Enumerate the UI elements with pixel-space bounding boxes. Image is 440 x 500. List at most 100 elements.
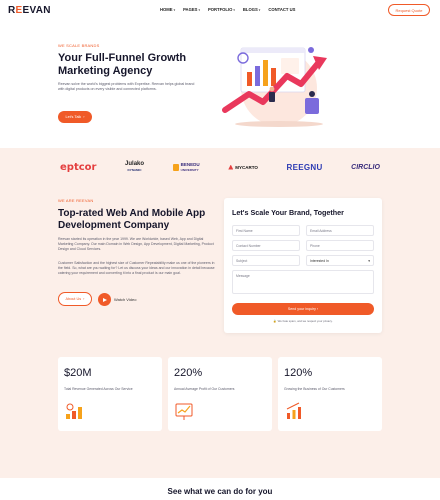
mycarto-name: MYCARTO: [235, 164, 258, 170]
stat-label: Total Revenue Generated Across Our Servi…: [64, 387, 133, 391]
form-title: Let's Scale Your Brand, Together: [232, 208, 344, 217]
inquiry-form: Let's Scale Your Brand, Together First N…: [224, 198, 382, 333]
watch-video-label[interactable]: Watch Video: [114, 297, 136, 302]
bar-2: [255, 66, 260, 86]
brand-mycarto: MYCARTO: [228, 164, 258, 170]
lock-icon: 🔒: [273, 319, 277, 323]
hero-eyebrow: WE SCALE BRANDS: [58, 43, 100, 48]
nav-portfolio[interactable]: PORTFOLIO ▾: [208, 7, 235, 12]
bar-4: [271, 68, 276, 86]
ground-shadow: [235, 121, 323, 127]
privacy-note: 🔒 We hate spam, and we respect your priv…: [224, 319, 382, 323]
email-field[interactable]: Email Address: [306, 225, 374, 236]
mini-card: [281, 58, 299, 74]
chevron-down-icon: ▾: [258, 7, 261, 12]
first-name-field[interactable]: First Name: [232, 225, 300, 236]
brand-logos: eptcor Julako DYNAMIC BENEDU UNIVERSITY MY…: [60, 161, 380, 173]
julako-sub: DYNAMIC: [127, 168, 142, 172]
subject-field[interactable]: Subject: [232, 255, 300, 266]
hero-description: Reevan solve the world's biggest problem…: [58, 82, 195, 91]
interested-in-select[interactable]: Interested In ▾: [306, 255, 374, 266]
about-us-button[interactable]: About Us ›: [58, 292, 92, 306]
nav-contact-us[interactable]: CONTACT US: [268, 7, 295, 12]
logo-text-accent: E: [15, 5, 23, 16]
stat-label: Annual Average Profit of Our Customers: [174, 387, 235, 391]
stat-card-growth: 120% Growing the Business of Our Custome…: [278, 357, 382, 431]
bar-1: [247, 72, 252, 86]
hero-title: Your Full-Funnel Growth Marketing Agency: [58, 52, 187, 77]
growth-illustration: [222, 47, 327, 127]
interested-in-value: Interested In: [310, 258, 329, 263]
benedu-name: BENEDU: [180, 161, 200, 167]
icon-bar: [66, 414, 70, 419]
person-figure-2: [269, 92, 275, 102]
icon-bar: [72, 411, 76, 419]
logo-text-start: R: [8, 5, 16, 16]
services-title: See what we can do for you: [167, 487, 273, 496]
logo[interactable]: REEVAN: [8, 5, 51, 16]
hero-section: WE SCALE BRANDS Your Full-Funnel Growth …: [0, 22, 440, 148]
stat-card-revenue: $20M Total Revenue Generated Across Our …: [58, 357, 162, 431]
contact-number-field[interactable]: Contact Number: [232, 240, 300, 251]
play-video-button[interactable]: [98, 293, 111, 306]
stat-card-profit: 220% Annual Average Profit of Our Custom…: [168, 357, 272, 431]
arrow-right-icon: ›: [315, 307, 319, 311]
icon-bar: [78, 407, 82, 419]
icon-bar: [298, 407, 301, 419]
brand-reegnu: REEGNU: [286, 162, 323, 172]
chevron-down-icon: ▾: [233, 7, 235, 12]
lets-talk-label: Let's Talk: [65, 115, 82, 119]
mycarto-logo-icon: [228, 164, 234, 170]
browser-bar: [241, 48, 305, 53]
about-paragraph-2: Customer Satisfaction and the highest si…: [58, 261, 215, 275]
nav-blogs[interactable]: BLOGS ▾: [243, 7, 260, 12]
icon-bar: [292, 410, 296, 419]
message-field[interactable]: Message: [232, 270, 374, 294]
phone-field[interactable]: Phone: [306, 240, 374, 251]
send-inquiry-label: Send your inquiry: [287, 307, 316, 311]
about-us-label: About Us: [65, 297, 82, 301]
stat-value: $20M: [64, 367, 92, 379]
nav-label: BLOGS: [242, 7, 258, 12]
dot-decor: [308, 47, 314, 53]
nav-label: HOME: [160, 7, 173, 12]
nav-home[interactable]: HOME ▾: [160, 7, 175, 12]
brand-benedu: BENEDU UNIVERSITY: [172, 161, 200, 173]
site-header: REEVAN HOME ▾ PAGES ▾ PORTFOLIO ▾ BLOGS ▾ CO…: [0, 0, 440, 22]
brand-circlio: CIRCLIO: [351, 164, 380, 171]
nav-label: CONTACT US: [268, 7, 296, 12]
stat-value: 120%: [284, 367, 313, 379]
business-growth-icon: [286, 402, 301, 419]
chevron-down-icon: ▾: [173, 7, 176, 12]
logo-text-end: EVAN: [22, 5, 51, 16]
icon-trend: [286, 402, 300, 410]
nav-label: PAGES: [183, 7, 198, 12]
person-head-2: [269, 86, 275, 92]
request-quote-button[interactable]: Request Quote: [388, 4, 430, 16]
play-icon: [103, 297, 107, 302]
icon-line: [177, 405, 191, 414]
nav-label: PORTFOLIO: [207, 7, 233, 12]
send-inquiry-button[interactable]: Send your inquiry ›: [232, 303, 374, 315]
main-nav: HOME ▾ PAGES ▾ PORTFOLIO ▾ BLOGS ▾ CONTACT U…: [160, 7, 295, 12]
profit-chart-icon: [175, 403, 193, 420]
nav-pages[interactable]: PAGES ▾: [183, 7, 200, 12]
lets-talk-button[interactable]: Let's Talk ›: [58, 111, 92, 123]
benedu-logo-icon: [172, 163, 179, 171]
about-paragraph-1: Reevan started its operation in the year…: [58, 237, 214, 251]
benedu-sub: UNIVERSITY: [180, 167, 199, 172]
money-growth-icon: [66, 403, 82, 419]
brand-eptcor: eptcor: [60, 161, 97, 173]
brand-julako: Julako DYNAMIC: [125, 161, 144, 173]
about-title: Top-rated Web And Mobile App Development…: [58, 208, 206, 231]
person-head: [309, 91, 315, 97]
privacy-text: We hate spam, and we respect your privac…: [277, 319, 333, 323]
icon-bar: [287, 413, 290, 419]
about-eyebrow: WE ARE REEVAN: [58, 198, 94, 203]
arrow-right-icon: ›: [83, 115, 85, 119]
person-figure: [305, 98, 319, 114]
chevron-down-icon: ▾: [198, 7, 200, 12]
arrow-right-icon: ›: [83, 297, 85, 301]
stat-value: 220%: [174, 367, 203, 379]
circlio-name: CIRCLIO: [351, 163, 380, 171]
